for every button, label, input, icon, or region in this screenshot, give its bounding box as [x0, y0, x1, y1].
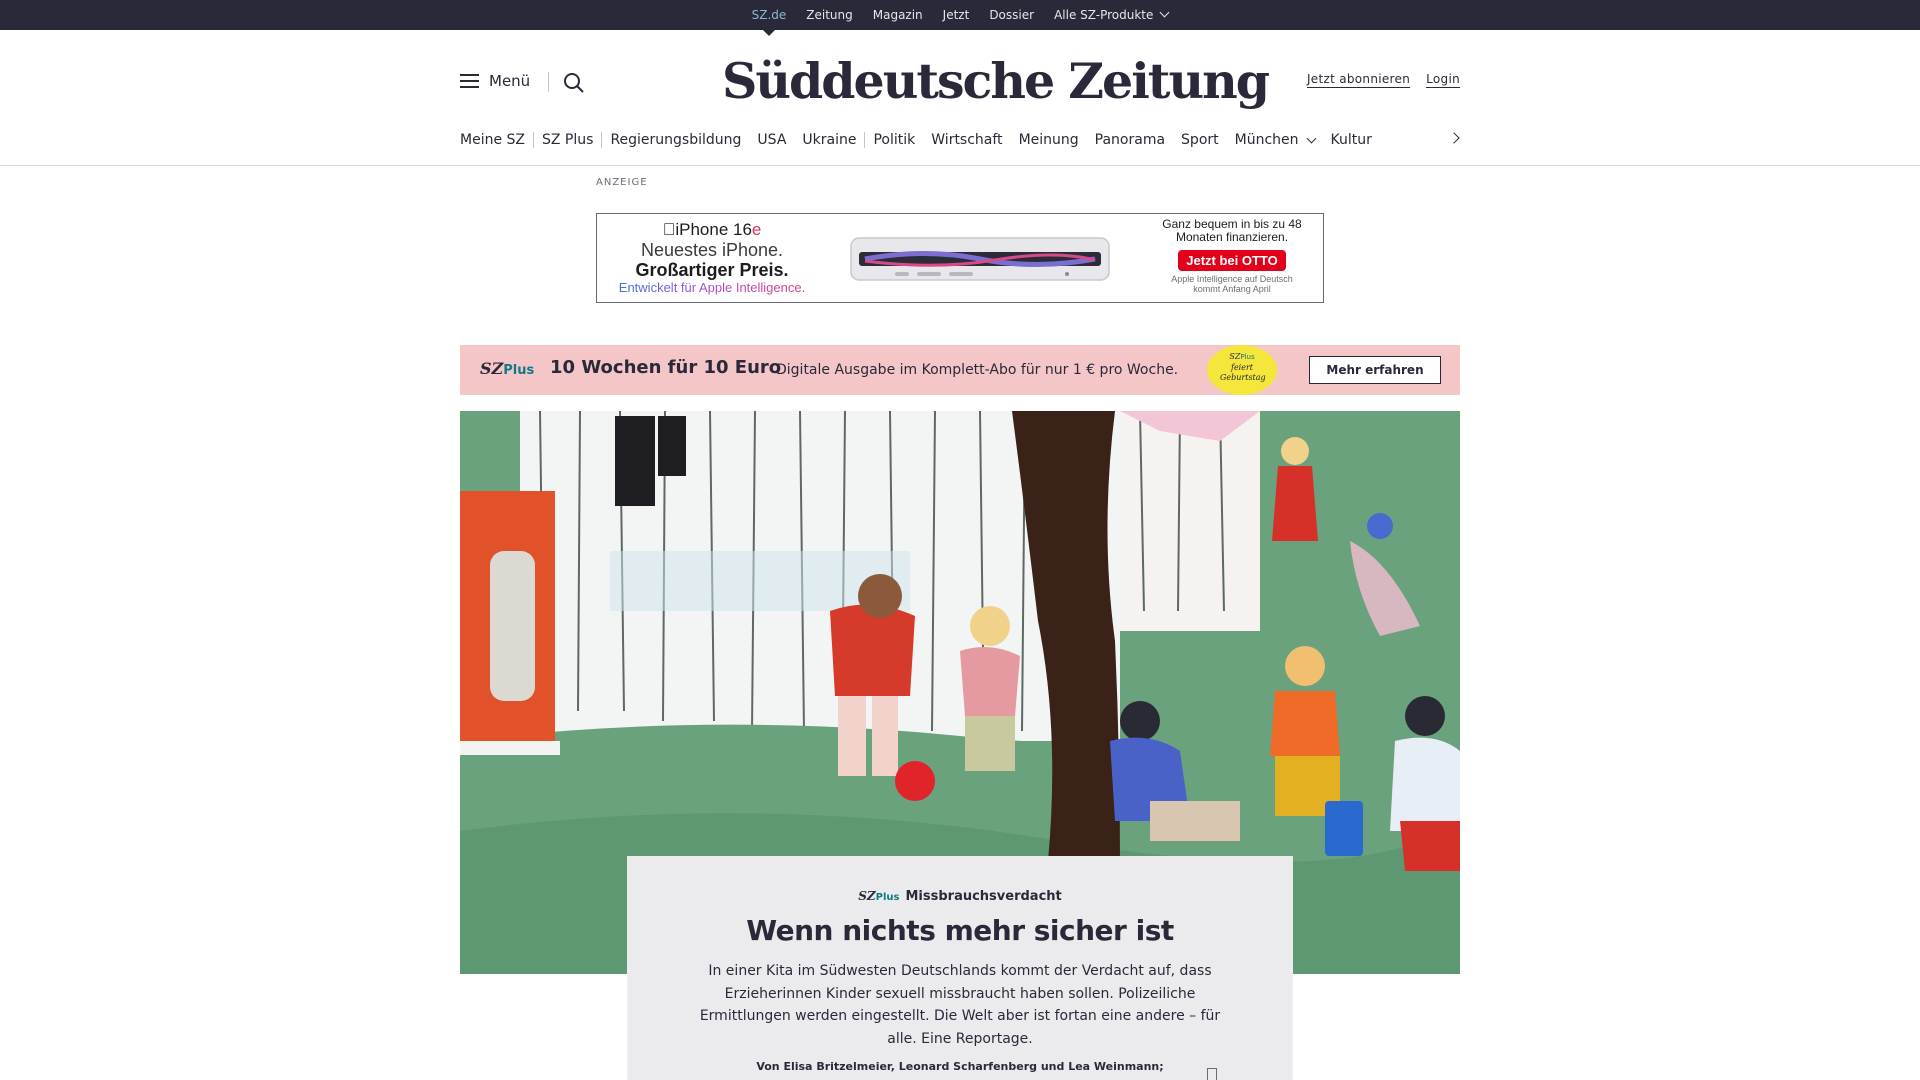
- ad-headline-2: Großartiger Preis.: [635, 260, 789, 280]
- nav-item-wirtschaft[interactable]: Wirtschaft: [923, 132, 1010, 148]
- product-link-sz-de[interactable]: SZ.de: [752, 0, 786, 36]
- account-links: Jetzt abonnieren Login: [1306, 72, 1460, 88]
- menu-label: Menü: [489, 72, 531, 90]
- nav-divider-line: [0, 165, 1920, 166]
- apple-icon: : [663, 220, 676, 239]
- ad-headline-1: Neuestes iPhone.: [640, 240, 784, 260]
- sz-plus-logo: SZPlus: [480, 359, 535, 378]
- nav-item-meine-sz[interactable]: Meine SZ: [460, 132, 533, 148]
- product-link-zeitung[interactable]: Zeitung: [806, 0, 852, 30]
- product-link-magazin[interactable]: Magazin: [873, 0, 923, 30]
- sz-plus-logo: SZPlus: [858, 889, 900, 903]
- nav-item-panorama[interactable]: Panorama: [1087, 132, 1173, 148]
- article-teaser: In einer Kita im Südwesten Deutschlands …: [699, 963, 1221, 1047]
- product-link-dossier[interactable]: Dossier: [989, 0, 1034, 30]
- learn-more-button[interactable]: Mehr erfahren: [1309, 356, 1441, 384]
- birthday-badge: SZPlus feiert Geburtstag: [1207, 345, 1277, 395]
- chevron-down-icon: [1306, 133, 1316, 143]
- section-nav: Meine SZ SZ Plus Regierungsbildung USA U…: [460, 128, 1460, 152]
- login-link[interactable]: Login: [1426, 72, 1460, 88]
- nav-item-usa[interactable]: USA: [749, 132, 794, 148]
- product-link-jetzt[interactable]: Jetzt: [943, 0, 970, 30]
- subscribe-link[interactable]: Jetzt abonnieren: [1306, 72, 1411, 88]
- article-teaser-card[interactable]: SZPlus Missbrauchsverdacht Wenn nichts me…: [627, 856, 1293, 1080]
- header-divider: [548, 72, 549, 92]
- nav-item-ukraine[interactable]: Ukraine: [794, 132, 864, 148]
- all-products-label: Alle SZ-Produkte: [1054, 8, 1154, 22]
- search-icon[interactable]: [562, 71, 586, 95]
- ad-financing-text: Ganz bequem in bis zu 48 Monaten finanzi…: [1162, 217, 1302, 244]
- hamburger-icon: [460, 74, 479, 88]
- site-header: Menü Süddeutsche Zeitung Jetzt abonniere…: [460, 30, 1460, 134]
- ad-disclaimer: Apple Intelligence auf Deutsch kommt Anf…: [1171, 274, 1293, 294]
- nav-item-regierungsbildung[interactable]: Regierungsbildung: [602, 132, 749, 148]
- chevron-down-icon: [1159, 7, 1170, 18]
- article-kicker: SZPlus Missbrauchsverdacht: [627, 889, 1293, 904]
- badge-logo: SZPlus: [1229, 352, 1255, 361]
- ad-label: ANZEIGE: [596, 177, 648, 188]
- promo-text: Digitale Ausgabe im Komplett-Abo für nur…: [776, 362, 1179, 378]
- ad-copy: iPhone 16e Neuestes iPhone. Großartiger…: [607, 220, 817, 296]
- product-link-all-products[interactable]: Alle SZ-Produkte: [1054, 0, 1170, 30]
- article-title[interactable]: Wenn nichts mehr sicher ist: [627, 914, 1293, 947]
- nav-item-sz-plus[interactable]: SZ Plus: [534, 132, 601, 148]
- kicker-text: Missbrauchsverdacht: [905, 889, 1062, 904]
- promo-title: 10 Wochen für 10 Euro: [550, 357, 782, 378]
- ad-tagline: Entwickelt für Apple Intelligence.: [607, 280, 817, 296]
- nav-item-muenchen[interactable]: München: [1227, 132, 1323, 148]
- article-byline: Von Elisa Britzelmeier, Leonard Scharfen…: [756, 1060, 1164, 1073]
- phone-image: [845, 230, 1115, 286]
- badge-text: feiert Geburtstag: [1220, 363, 1266, 382]
- otto-cta-button[interactable]: Jetzt bei OTTO: [1178, 250, 1286, 271]
- site-logo[interactable]: Süddeutsche Zeitung: [722, 46, 1270, 116]
- bookmark-icon[interactable]: [1207, 1068, 1217, 1080]
- ad-product-name: iPhone 16e: [607, 220, 817, 240]
- sz-plus-promo-banner[interactable]: SZPlus 10 Wochen für 10 Euro Digitale Au…: [460, 345, 1460, 395]
- nav-item-muenchen-label: München: [1234, 132, 1299, 148]
- nav-item-meinung[interactable]: Meinung: [1011, 132, 1087, 148]
- product-bar: SZ.de Zeitung Magazin Jetzt Dossier Alle…: [0, 0, 1920, 36]
- nav-item-kultur[interactable]: Kultur: [1323, 132, 1380, 148]
- nav-item-sport[interactable]: Sport: [1173, 132, 1227, 148]
- nav-item-politik[interactable]: Politik: [865, 132, 923, 148]
- menu-button[interactable]: Menü: [460, 72, 530, 90]
- ad-offer: Ganz bequem in bis zu 48 Monaten finanzi…: [1157, 217, 1307, 295]
- advertisement-banner[interactable]: iPhone 16e Neuestes iPhone. Großartiger…: [596, 213, 1324, 303]
